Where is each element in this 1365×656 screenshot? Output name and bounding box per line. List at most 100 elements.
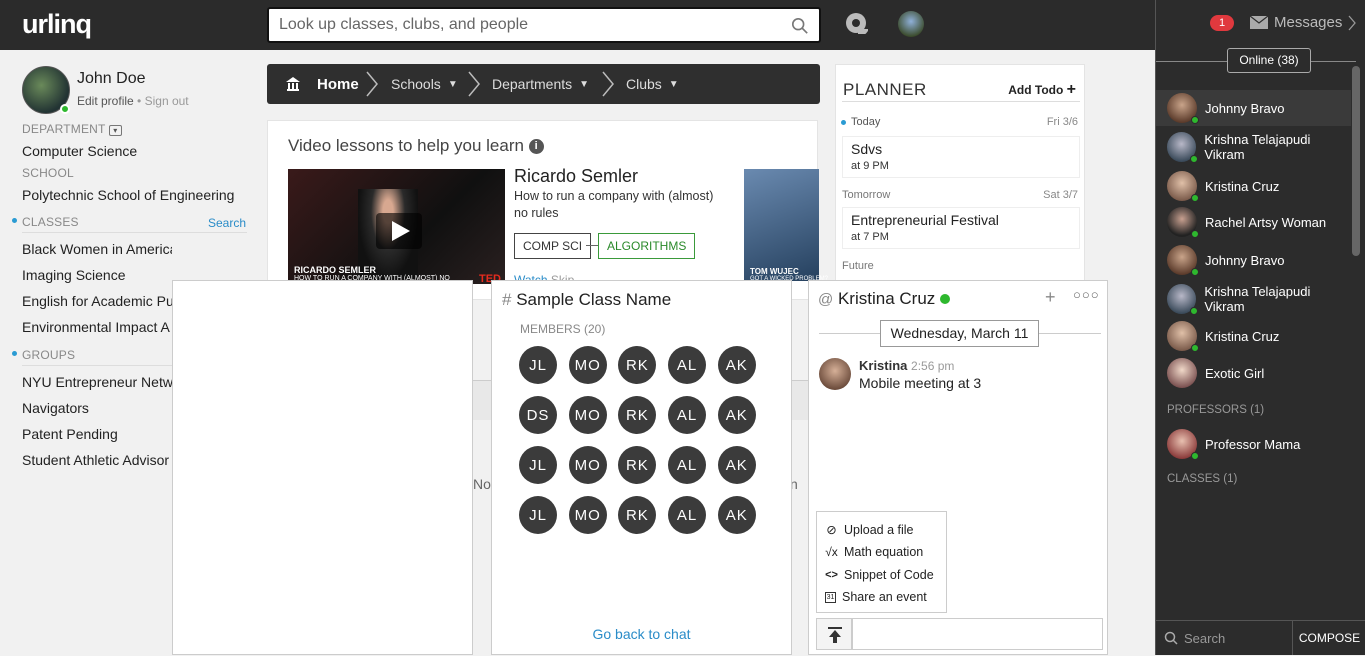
member-avatar[interactable]: MO [568, 396, 607, 434]
departments-label: Departments [492, 76, 573, 92]
tag-algorithms[interactable]: ALGORITHMS [598, 233, 696, 259]
talk-title: How to run a company with (almost) no ru… [514, 189, 714, 220]
attach-button[interactable] [816, 618, 852, 650]
contact-item[interactable]: Johnny Bravo [1156, 242, 1351, 278]
contacts-search-input[interactable]: Search [1156, 620, 1293, 655]
member-avatar[interactable]: AK [717, 396, 756, 434]
contact-item[interactable]: Professor Mama [1156, 426, 1351, 462]
member-avatar[interactable]: AK [717, 496, 756, 534]
home-nav[interactable]: Home [285, 64, 359, 104]
member-avatar[interactable]: AK [717, 346, 756, 384]
chevron-right-icon[interactable] [1348, 15, 1356, 31]
member-avatar[interactable]: JL [519, 496, 557, 534]
class-item[interactable]: Black Women in America [22, 241, 172, 257]
member-avatar[interactable]: DS [519, 396, 557, 434]
divider [22, 232, 247, 233]
sign-out-link[interactable]: Sign out [145, 94, 189, 108]
chat-contact-name[interactable]: Kristina Cruz [838, 289, 935, 308]
notifications-icon[interactable] [844, 11, 870, 37]
member-avatar[interactable]: MO [568, 496, 607, 534]
class-members-panel: # Sample Class Name MEMBERS (20) JL MO RK A… [491, 280, 792, 655]
card-title: Video lessons to help you learn i [288, 136, 544, 156]
chat-panel-empty [172, 280, 473, 655]
snippet-code-option[interactable]: <> Snippet of Code [825, 568, 934, 582]
message-avatar[interactable] [819, 358, 851, 390]
scrollbar[interactable] [1352, 66, 1360, 256]
group-item[interactable]: Student Athletic Advisor [22, 452, 172, 468]
go-back-to-chat-link[interactable]: Go back to chat [492, 626, 791, 642]
contact-item[interactable]: Johnny Bravo [1156, 90, 1351, 126]
contact-item[interactable]: Rachel Artsy Woman [1156, 204, 1351, 240]
class-item[interactable]: Imaging Science [22, 267, 172, 283]
math-equation-option[interactable]: √x Math equation [825, 545, 923, 559]
share-event-option[interactable]: 31 Share an event [825, 590, 927, 604]
contact-item[interactable]: Krishna Telajapudi Vikram [1156, 129, 1351, 165]
member-avatar[interactable]: RK [618, 496, 657, 534]
contact-item[interactable]: Krishna Telajapudi Vikram [1156, 281, 1351, 317]
speaker-name[interactable]: Ricardo Semler [514, 166, 638, 187]
class-item[interactable]: English for Academic Pu [22, 293, 172, 309]
group-item[interactable]: NYU Entrepreneur Netw [22, 374, 172, 390]
clubs-nav[interactable]: Clubs ▼ [626, 64, 679, 104]
contact-avatar [1167, 284, 1199, 315]
user-name[interactable]: John Doe [77, 70, 146, 88]
event-item[interactable]: Sdvs at 9 PM [842, 136, 1080, 178]
home-label: Home [317, 75, 359, 93]
contact-item[interactable]: Kristina Cruz [1156, 318, 1351, 354]
message-input[interactable] [852, 618, 1103, 650]
member-avatar[interactable]: MO [568, 346, 607, 384]
more-options-icon[interactable]: ○○○ [1073, 287, 1100, 302]
add-todo-button[interactable]: Add Todo + [1008, 81, 1076, 99]
search-input[interactable]: Look up classes, clubs, and people [267, 7, 821, 43]
search-icon[interactable] [791, 17, 809, 35]
member-avatar[interactable]: JL [519, 446, 557, 484]
calendar-icon: 31 [825, 591, 836, 603]
member-avatar[interactable]: MO [568, 446, 607, 484]
chat-header: @ Kristina Cruz [818, 289, 951, 309]
date-separator: Wednesday, March 11 [880, 320, 1039, 347]
member-avatar[interactable]: RK [618, 446, 657, 484]
professors-label: PROFESSORS (1) [1167, 404, 1265, 416]
member-avatar[interactable]: RK [618, 346, 657, 384]
member-avatar[interactable]: AL [668, 446, 707, 484]
member-avatar[interactable]: JL [519, 346, 557, 384]
member-avatar[interactable]: RK [618, 396, 657, 434]
video-caption: RICARDO SEMLER [294, 265, 377, 275]
add-member-icon[interactable]: + [1045, 287, 1056, 308]
contact-avatar [1167, 429, 1199, 460]
chevron-down-icon[interactable]: ▾ [108, 125, 122, 136]
member-avatar[interactable]: AL [668, 396, 707, 434]
class-item[interactable]: Environmental Impact A [22, 319, 172, 335]
schools-nav[interactable]: Schools ▼ [391, 64, 458, 104]
user-avatar-icon[interactable] [898, 11, 924, 37]
info-icon[interactable]: i [528, 139, 544, 155]
contact-item[interactable]: Kristina Cruz [1156, 168, 1351, 204]
group-item[interactable]: Navigators [22, 400, 172, 416]
school-value[interactable]: Polytechnic School of Engineering [22, 187, 234, 203]
member-avatar[interactable]: AK [717, 446, 756, 484]
compose-button[interactable]: COMPOSE [1293, 620, 1365, 655]
department-value[interactable]: Computer Science [22, 143, 137, 159]
video-thumbnail[interactable]: RICARDO SEMLER HOW TO RUN A COMPANY WITH… [288, 169, 505, 285]
next-video-thumbnail[interactable]: TOM WUJEC GOT A WICKED PROBLEM? [744, 169, 828, 282]
group-item[interactable]: Patent Pending [22, 426, 172, 442]
member-avatar[interactable]: AL [668, 496, 707, 534]
code-icon: <> [825, 569, 838, 581]
edit-profile-link[interactable]: Edit profile [77, 94, 134, 108]
clubs-label: Clubs [626, 76, 662, 92]
departments-nav[interactable]: Departments ▼ [492, 64, 589, 104]
play-icon[interactable] [376, 213, 422, 249]
tag-comp-sci[interactable]: COMP SCI [514, 233, 592, 259]
contact-item[interactable]: Exotic Girl [1156, 355, 1351, 391]
message-meta: Kristina 2:56 pm [859, 358, 955, 373]
profile-avatar[interactable] [22, 66, 70, 114]
urlinq-logo[interactable]: urlinq [22, 9, 92, 40]
online-count[interactable]: Online (38) [1227, 48, 1311, 73]
today-label: Today [851, 116, 881, 128]
event-item[interactable]: Entrepreneurial Festival at 7 PM [842, 207, 1080, 249]
classes-search-link[interactable]: Search [208, 216, 246, 230]
online-status-dot [1191, 194, 1199, 202]
member-avatar[interactable]: AL [668, 346, 707, 384]
upload-file-option[interactable]: ⊘ Upload a file [825, 522, 913, 538]
messages-label[interactable]: Messages [1274, 14, 1342, 31]
